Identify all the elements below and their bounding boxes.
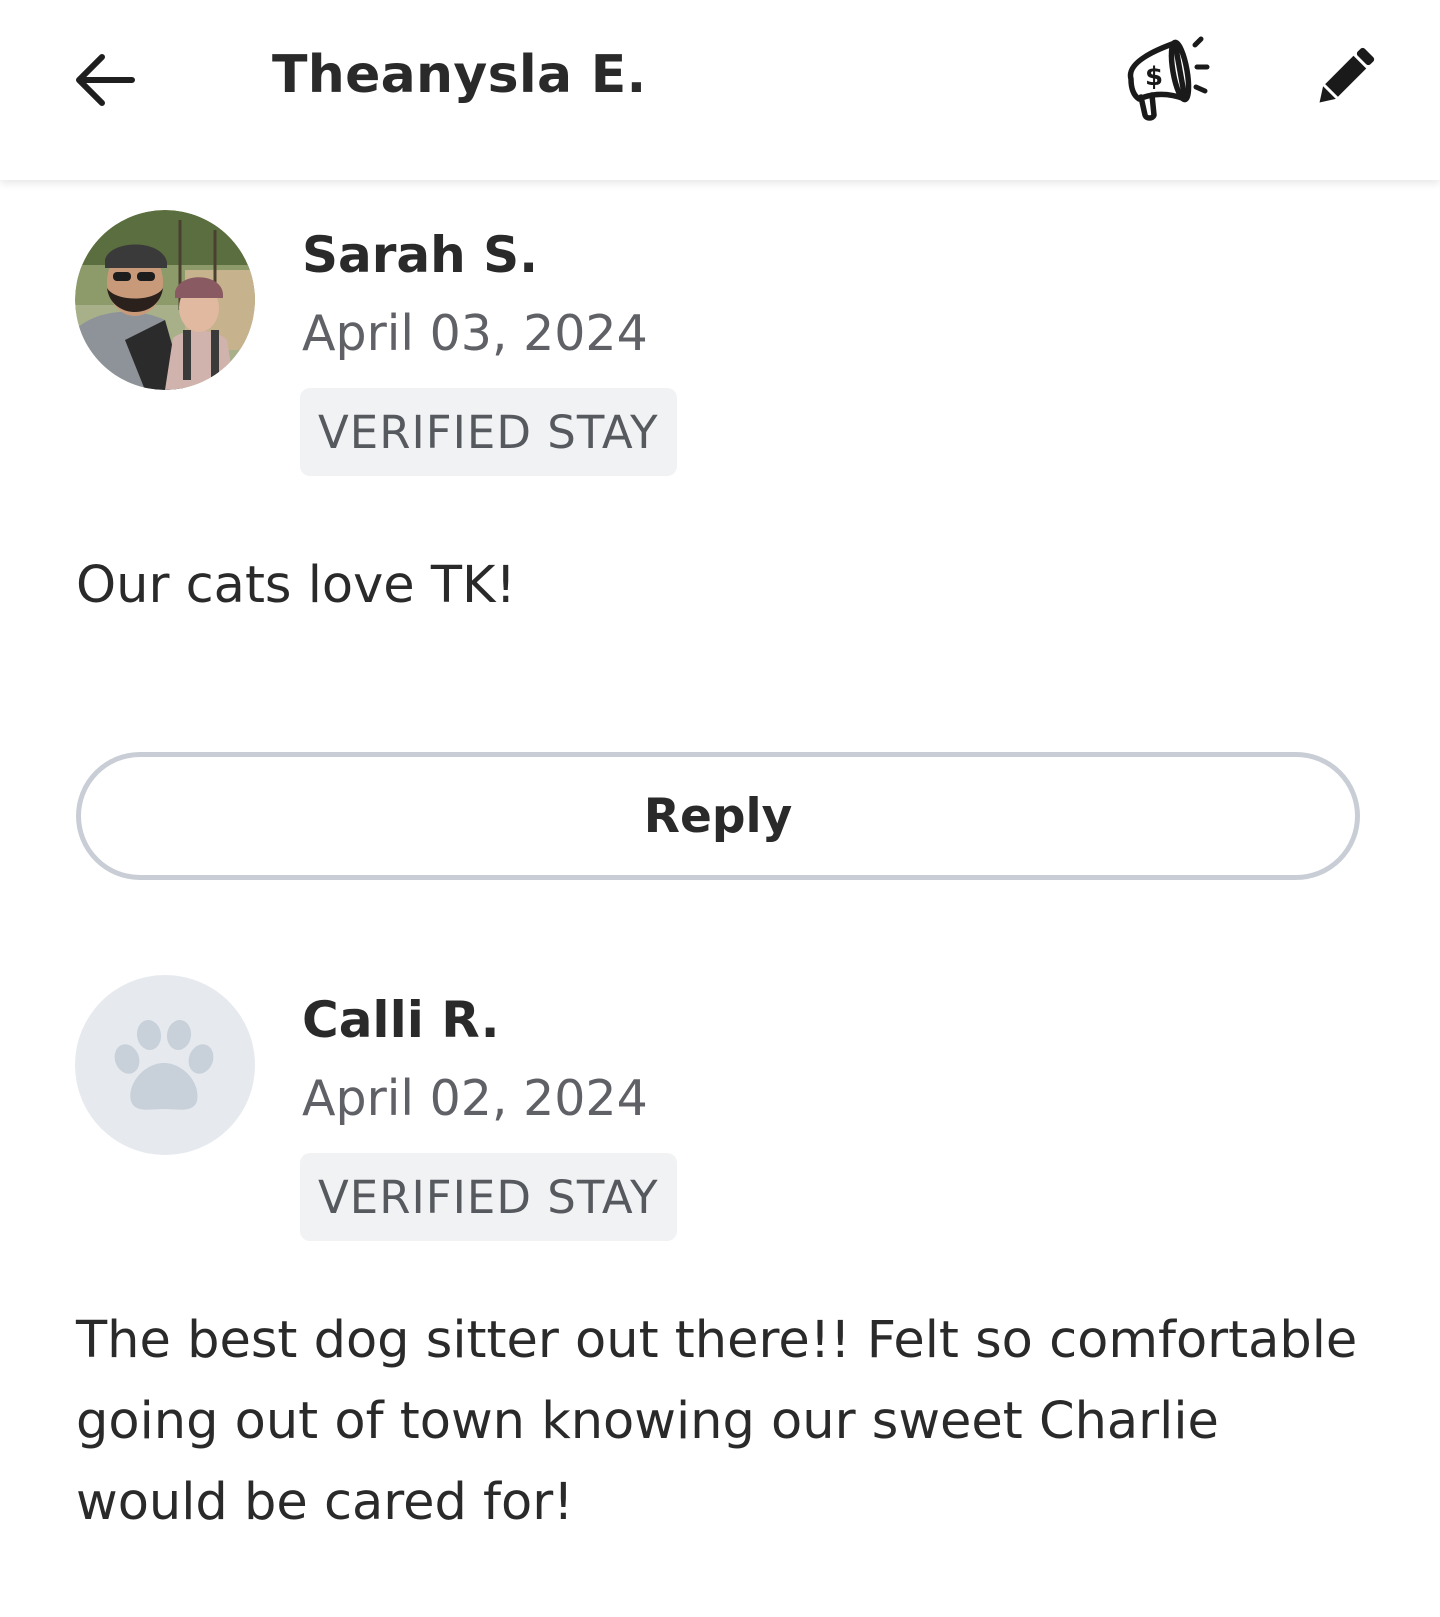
promote-button[interactable]: $ bbox=[1112, 22, 1222, 132]
page-title: Theanysla E. bbox=[272, 45, 647, 105]
megaphone-dollar-icon: $ bbox=[1127, 36, 1210, 121]
review-text: Our cats love TK! bbox=[76, 556, 516, 615]
reviewer-photo bbox=[75, 210, 255, 390]
verified-stay-badge: VERIFIED STAY bbox=[300, 388, 677, 476]
back-button[interactable] bbox=[60, 35, 150, 125]
review-date: April 02, 2024 bbox=[302, 1070, 648, 1127]
reply-button[interactable]: Reply bbox=[76, 752, 1360, 880]
app-header: Theanysla E. $ bbox=[0, 0, 1440, 180]
avatar[interactable] bbox=[75, 210, 255, 390]
paw-placeholder-icon bbox=[114, 1020, 214, 1110]
verified-stay-badge: VERIFIED STAY bbox=[300, 1153, 677, 1241]
arrow-left-icon bbox=[76, 54, 135, 106]
review-date: April 03, 2024 bbox=[302, 305, 648, 362]
review-text: The best dog sitter out there!! Felt so … bbox=[76, 1311, 1358, 1532]
avatar[interactable] bbox=[75, 975, 255, 1155]
pencil-icon bbox=[1319, 47, 1375, 103]
reviewer-name: Sarah S. bbox=[302, 226, 539, 284]
edit-button[interactable] bbox=[1300, 32, 1390, 122]
svg-text:$: $ bbox=[1145, 62, 1163, 92]
reviewer-name: Calli R. bbox=[302, 991, 500, 1049]
